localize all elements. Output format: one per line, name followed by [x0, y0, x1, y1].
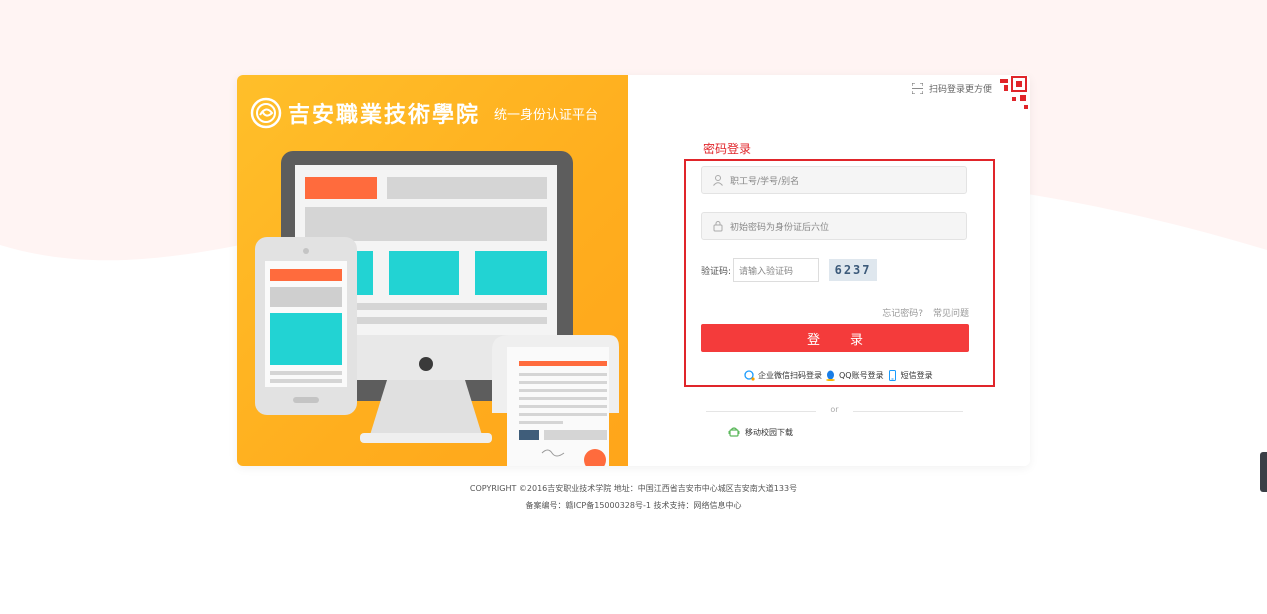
- captcha-input[interactable]: 请输入验证码: [733, 258, 820, 282]
- page-footer: COPYRIGHT ©2016吉安职业技术学院 地址：中国江西省吉安市中心城区吉…: [0, 480, 1267, 514]
- login-button[interactable]: 登录: [701, 324, 969, 352]
- forgot-password-link[interactable]: 忘记密码?: [882, 306, 923, 319]
- captcha-image[interactable]: 6237: [829, 259, 878, 281]
- captcha-label: 验证码:: [701, 266, 732, 277]
- copyright-line: COPYRIGHT ©2016吉安职业技术学院 地址：中国江西省吉安市中心城区吉…: [469, 484, 798, 493]
- captcha-placeholder: 请输入验证码: [739, 266, 794, 277]
- login-card: 吉安職業技術學院 统一身份认证平台 扫码登录更方便 密码登录 职工号/学号/别名…: [237, 75, 1030, 466]
- captcha-row: 验证码: 请输入验证码 6237: [701, 258, 878, 282]
- icp-line: 备案编号：赣ICP备15000328号-1 技术支持：网络信息中心: [525, 501, 742, 510]
- school-seal-icon: [250, 97, 282, 129]
- brand-panel: 吉安職業技術學院 统一身份认证平台: [237, 75, 628, 466]
- phone-icon: [888, 370, 896, 381]
- login-panel: 扫码登录更方便 密码登录 职工号/学号/别名 初始密码为身份证后六位 验证码: …: [628, 75, 1030, 466]
- password-placeholder: 初始密码为身份证后六位: [730, 222, 830, 233]
- side-floating-tab[interactable]: [1260, 452, 1267, 492]
- username-input[interactable]: 职工号/学号/别名: [701, 166, 967, 194]
- brand-header: 吉安職業技術學院 统一身份认证平台: [250, 97, 598, 129]
- lock-icon: [713, 221, 723, 232]
- qq-login-link[interactable]: QQ账号登录: [839, 370, 884, 381]
- qr-login-tip[interactable]: 扫码登录更方便: [911, 82, 992, 95]
- school-name: 吉安職業技術學院: [288, 102, 481, 128]
- password-login-title: 密码登录: [703, 142, 752, 156]
- user-icon: [713, 175, 723, 186]
- qr-login-tip-text: 扫码登录更方便: [928, 85, 992, 95]
- username-placeholder: 职工号/学号/别名: [730, 176, 800, 187]
- qr-code-icon[interactable]: [994, 75, 1030, 111]
- login-form: 职工号/学号/别名 初始密码为身份证后六位 验证码: 请输入验证码 6237 忘…: [684, 159, 995, 387]
- sms-login-link[interactable]: 短信登录: [901, 370, 933, 381]
- platform-name: 统一身份认证平台: [494, 107, 599, 123]
- or-text: or: [830, 405, 839, 414]
- or-divider: or: [706, 405, 963, 417]
- faq-link[interactable]: 常见问题: [933, 306, 969, 319]
- mobile-app-download-text: 移动校园下载: [745, 427, 793, 437]
- password-input[interactable]: 初始密码为身份证后六位: [701, 212, 967, 240]
- qq-icon: [826, 370, 835, 381]
- wechat-work-icon: [744, 370, 755, 381]
- alternative-logins: 企业微信扫码登录 QQ账号登录 短信登录: [744, 370, 933, 381]
- wechat-login-link[interactable]: 企业微信扫码登录: [758, 370, 822, 381]
- android-icon: [728, 427, 740, 437]
- devices-illustration: [255, 151, 619, 466]
- scan-icon: [911, 83, 923, 94]
- help-links: 忘记密码? 常见问题: [882, 306, 969, 319]
- mobile-app-download[interactable]: 移动校园下载: [728, 426, 793, 438]
